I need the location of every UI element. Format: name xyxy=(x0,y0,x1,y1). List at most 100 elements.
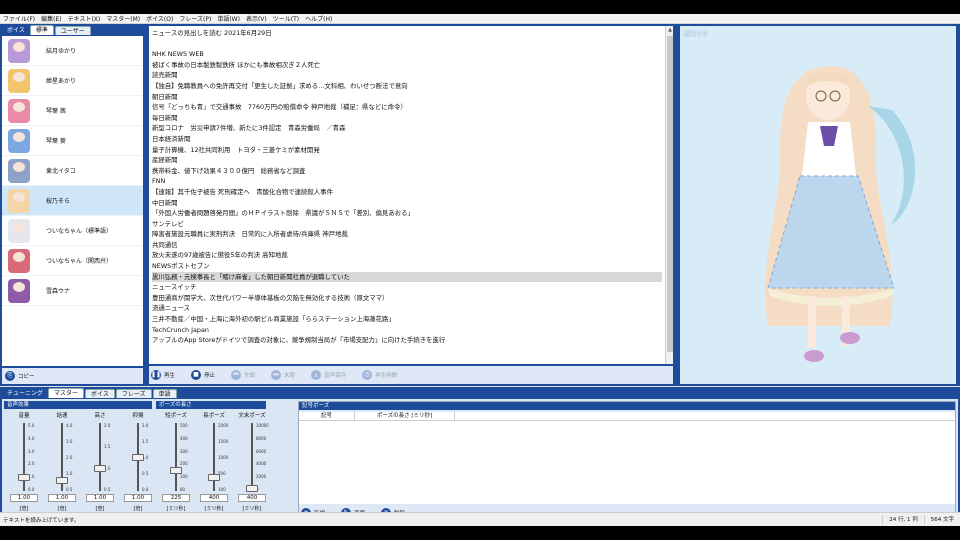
tick-label: 2.0 xyxy=(142,423,149,428)
slider-value-input[interactable]: 1.00 xyxy=(86,494,114,502)
tick-label: 1500 xyxy=(218,439,229,444)
character-item[interactable]: 桜乃そら xyxy=(2,186,143,216)
menu-item[interactable]: フレーズ(P) xyxy=(179,14,211,23)
character-name: 琴葉 葵 xyxy=(46,138,66,145)
text-line: 信号「どっちも青」で交通事故 7760万円の賠償命令 神戸地裁（補足：県などに命… xyxy=(152,103,407,112)
playback-label: 末尾 xyxy=(284,373,296,379)
slider-knob[interactable] xyxy=(18,473,30,481)
slider-label: 高さ xyxy=(94,413,106,419)
text-line: ニュースイッチ xyxy=(152,283,197,292)
status-message: テキストを読み上げています。 xyxy=(3,517,80,524)
character-item[interactable]: 雪森ウナ xyxy=(2,276,143,306)
slider-unit: [倍] xyxy=(19,506,29,512)
tab-user[interactable]: ユーザー xyxy=(54,26,91,35)
playback-button[interactable]: ⏭ 末尾 xyxy=(271,370,295,380)
tick-label: 6000 xyxy=(256,448,267,454)
slider-value-input[interactable]: 225 xyxy=(162,494,190,502)
tab-standard[interactable]: 標準 xyxy=(29,25,54,35)
character-item[interactable]: 紲星あかり xyxy=(2,66,143,96)
slider-knob[interactable] xyxy=(132,453,144,461)
tick-label: 1000 xyxy=(218,455,229,460)
character-item[interactable]: 結月ゆかり xyxy=(2,36,143,66)
tick-label: 3.0 xyxy=(66,439,73,444)
menu-item[interactable]: テキスト(X) xyxy=(68,14,101,23)
playback-button[interactable]: ◷ 再生時間 xyxy=(362,370,397,380)
slider-track[interactable] xyxy=(175,423,177,491)
rewind-icon: ⏮ xyxy=(231,370,242,380)
tuning-tabs: チューニング マスター ボイス フレーズ 単語 xyxy=(2,388,178,398)
slider-knob[interactable] xyxy=(246,484,258,492)
menu-bar: ファイル(F) 編集(E) テキスト(X) マスター(M) ボイス(O) フレーズ(P) 単… xyxy=(0,14,960,24)
text-line: 共同通信 xyxy=(152,240,178,249)
playback-button[interactable]: ⤓ 音声保存 xyxy=(311,370,346,380)
playback-label: 先頭 xyxy=(244,373,256,379)
symbol-pause-table[interactable]: 記号 ポーズの長さ [ミリ秒] xyxy=(299,412,955,504)
tab-2[interactable]: ボイス xyxy=(85,389,115,398)
character-name: 雪森ウナ xyxy=(46,288,71,295)
slider-label: 短ポーズ xyxy=(165,413,187,419)
text-line: 豊田通商が関学大、次世代パワー半導体基板の欠陥を無効化する技術（原文ママ） xyxy=(152,293,389,302)
play-icon: ❚❚ xyxy=(151,370,162,380)
scroll-thumb[interactable] xyxy=(667,36,673,352)
slider-value-input[interactable]: 1.00 xyxy=(48,494,76,502)
text-scrollbar[interactable]: ▲ xyxy=(665,26,673,364)
slider-unit: [倍] xyxy=(133,506,143,512)
text-line: TechCrunch Japan xyxy=(152,325,209,334)
menu-item[interactable]: ツール(T) xyxy=(273,14,299,23)
playback-button[interactable]: ⏮ 先頭 xyxy=(231,370,255,380)
slider-label: 話速 xyxy=(56,413,68,419)
character-name: 結月ゆかり xyxy=(46,48,77,55)
menu-item[interactable]: ファイル(F) xyxy=(3,14,35,23)
tick-label: 3.0 xyxy=(28,448,35,454)
tuning-content: 音声効果 ポーズの長さ 音量 5.0 4.0 3.0 2.0 1.0 0.0 1.00 [倍] 話… xyxy=(2,399,958,525)
slider-knob[interactable] xyxy=(94,465,106,473)
tick-label: 1.5 xyxy=(142,439,149,444)
slider-track[interactable] xyxy=(251,423,253,491)
copy-label[interactable]: コピー xyxy=(18,372,35,380)
menu-item[interactable]: 表示(V) xyxy=(246,14,267,23)
slider-unit: [ミリ秒] xyxy=(242,506,262,512)
scroll-up-icon[interactable]: ▲ xyxy=(666,26,674,34)
playback-button[interactable]: ❚❚ 再生 xyxy=(151,370,175,380)
menu-item[interactable]: ボイス(O) xyxy=(146,14,173,23)
text-editor[interactable]: ニュースの見出しを読む 2021年6月29日 NHK NEWS WEB 被ばく事故の… xyxy=(149,26,665,364)
character-panel: ボイス 標準 ユーザー 結月ゆかり 紲星あかり 琴葉 茜琴葉 葵東北イタコ 桜乃そらつ… xyxy=(0,24,146,386)
slider: 話速 4.0 3.0 2.0 1.0 0.5 1.00 [倍] xyxy=(44,411,80,523)
menu-item[interactable]: ヘルプ(H) xyxy=(305,14,332,23)
character-item[interactable]: ついなちゃん（標準語） xyxy=(2,216,143,246)
menu-item[interactable]: 編集(E) xyxy=(41,14,61,23)
tick-label: 100 xyxy=(218,487,226,492)
tab-4[interactable]: 単語 xyxy=(152,389,177,398)
avatar xyxy=(8,68,30,93)
tick-label: 4000 xyxy=(256,461,267,467)
voice-header: ボイス xyxy=(2,27,30,35)
playback-label: 再生 xyxy=(164,373,176,379)
tab-1[interactable]: マスター xyxy=(48,388,85,398)
slider-value-input[interactable]: 1.00 xyxy=(124,494,152,502)
slider-track[interactable] xyxy=(99,423,101,491)
tick-label: 1.0 xyxy=(66,471,73,476)
playback-button[interactable]: ■ 停止 xyxy=(191,370,215,380)
slider-knob[interactable] xyxy=(170,467,182,475)
playback-label: 停止 xyxy=(204,373,216,379)
menu-item[interactable]: 単語(W) xyxy=(217,14,240,23)
tab-3[interactable]: フレーズ xyxy=(115,389,152,398)
tick-label: 8000 xyxy=(256,435,267,441)
slider: 文末ポーズ1000080006000400020000400[ミリ秒] xyxy=(234,411,270,523)
slider-value-input[interactable]: 400 xyxy=(238,494,266,502)
slider-value-input[interactable]: 1.00 xyxy=(10,494,38,502)
menu-item[interactable]: マスター(M) xyxy=(106,14,140,23)
avatar xyxy=(8,128,30,153)
slider: 高さ 2.0 1.5 1.0 0.5 1.00 [倍] xyxy=(82,411,118,523)
slider-value-input[interactable]: 400 xyxy=(200,494,228,502)
slider-knob[interactable] xyxy=(208,473,220,481)
tuning-panel: チューニング マスター ボイス フレーズ 単語 音声効果 ポーズの長さ 音量 5.0 4.0… xyxy=(0,387,960,526)
copy-icon[interactable]: ⎘ xyxy=(5,371,15,381)
character-item[interactable]: ついなちゃん（関西弁） xyxy=(2,246,143,276)
character-item[interactable]: 東北イタコ xyxy=(2,156,143,186)
slider-knob[interactable] xyxy=(56,477,68,485)
character-item[interactable]: 琴葉 茜 xyxy=(2,96,143,126)
voice-effect-title: 音声効果 xyxy=(4,401,152,409)
slider-label: 抑揚 xyxy=(132,413,144,419)
character-item[interactable]: 琴葉 葵 xyxy=(2,126,143,156)
